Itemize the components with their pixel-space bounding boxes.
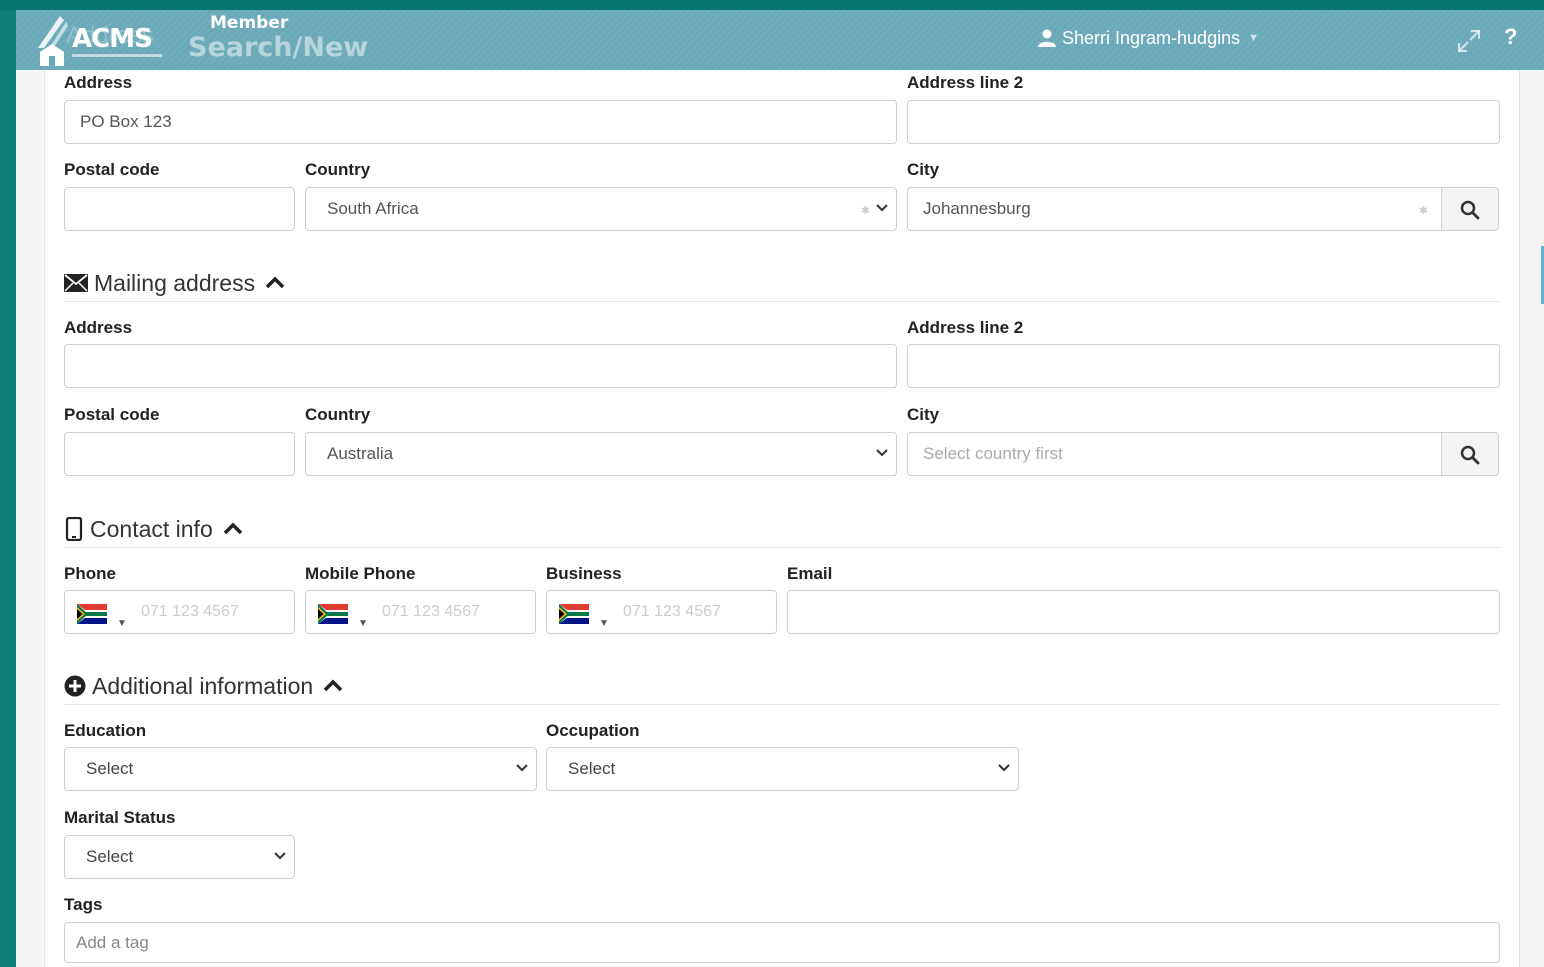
address-label: Address	[64, 73, 133, 92]
right-gutter	[1519, 70, 1544, 967]
mobile-phone-input[interactable]: ▼ 071 123 4567	[305, 590, 536, 634]
mailing-address-label: Address	[64, 318, 133, 337]
city-input[interactable]: Johannesburg ✱	[907, 187, 1443, 231]
envelope-icon	[64, 274, 88, 292]
logo-text: ACMS	[72, 24, 153, 54]
mailing-postal-code-label: Postal code	[64, 405, 160, 424]
postal-code-input[interactable]	[64, 187, 295, 231]
expand-icon[interactable]	[1456, 28, 1482, 54]
email-input[interactable]	[787, 590, 1500, 634]
country-label: Country	[305, 160, 371, 179]
contact-info-title: Contact info	[90, 515, 213, 542]
chevron-down-icon	[998, 764, 1010, 772]
education-label: Education	[64, 721, 147, 740]
chevron-up-icon	[223, 522, 243, 536]
country-select[interactable]: South Africa ✱	[305, 187, 897, 231]
mailing-country-value: Australia	[327, 444, 394, 463]
occupation-value: Select	[568, 759, 616, 778]
city-value: Johannesburg	[923, 199, 1031, 218]
mailing-city-label: City	[907, 405, 940, 424]
mobile-phone-icon	[64, 517, 84, 541]
caret-down-icon[interactable]: ▼	[117, 603, 127, 633]
plus-circle-icon	[64, 675, 86, 697]
tags-input[interactable]: Add a tag	[64, 922, 1500, 963]
address-input[interactable]: PO Box 123	[64, 100, 897, 144]
mobile-phone-label: Mobile Phone	[305, 564, 416, 583]
mailing-address-line2-label: Address line 2	[907, 318, 1024, 337]
address-line2-label: Address line 2	[907, 73, 1024, 92]
user-icon	[1038, 29, 1056, 47]
search-icon	[1460, 445, 1480, 465]
city-search-button[interactable]	[1441, 187, 1499, 231]
chevron-down-icon	[516, 764, 528, 772]
mailing-postal-code-input[interactable]	[64, 432, 295, 476]
chevron-up-icon	[265, 276, 285, 290]
search-icon	[1460, 200, 1480, 220]
help-icon[interactable]: ?	[1504, 24, 1517, 50]
country-value: South Africa	[327, 199, 419, 218]
contact-info-header[interactable]: Contact info	[64, 511, 1500, 548]
south-africa-flag-icon[interactable]	[559, 604, 589, 624]
chevron-down-icon	[274, 852, 286, 860]
education-value: Select	[86, 759, 134, 778]
additional-info-title: Additional information	[92, 672, 314, 699]
occupation-label: Occupation	[546, 721, 640, 740]
mailing-city-search-button[interactable]	[1441, 432, 1499, 476]
business-phone-label: Business	[546, 564, 622, 583]
mailing-country-label: Country	[305, 405, 371, 424]
mailing-address-line2-input[interactable]	[907, 344, 1500, 388]
app-header: Address ACMS Member Search/New Sherri In…	[16, 10, 1544, 70]
additional-info-header[interactable]: Additional information	[64, 668, 1500, 705]
mailing-address-title: Mailing address	[94, 269, 256, 296]
clear-icon[interactable]: ✱	[1419, 190, 1428, 230]
chevron-down-icon	[876, 204, 888, 212]
city-label: City	[907, 160, 940, 179]
south-africa-flag-icon[interactable]	[318, 604, 348, 624]
phone-placeholder: 071 123 4567	[141, 603, 239, 620]
mobile-phone-placeholder: 071 123 4567	[382, 603, 480, 620]
mailing-address-header[interactable]: Mailing address	[64, 265, 1500, 302]
page-title: Search/New	[188, 32, 369, 63]
caret-down-icon[interactable]: ▼	[358, 603, 368, 633]
user-menu[interactable]: Sherri Ingram-hudgins ▼	[1038, 26, 1259, 50]
postal-code-label: Postal code	[64, 160, 160, 179]
phone-input[interactable]: ▼ 071 123 4567	[64, 590, 295, 634]
user-name: Sherri Ingram-hudgins	[1062, 27, 1241, 48]
module-title: Member	[210, 13, 289, 33]
mailing-country-select[interactable]: Australia	[305, 432, 897, 476]
tags-label: Tags	[64, 895, 103, 914]
address-line2-input[interactable]	[907, 100, 1500, 144]
business-phone-input[interactable]: ▼ 071 123 4567	[546, 590, 777, 634]
chevron-down-icon	[876, 449, 888, 457]
marital-status-select[interactable]: Select	[64, 835, 295, 879]
chevron-up-icon	[323, 679, 343, 693]
phone-label: Phone	[64, 564, 116, 583]
marital-status-value: Select	[86, 847, 134, 866]
mailing-city-input[interactable]: Select country first	[907, 432, 1443, 476]
clear-icon[interactable]: ✱	[861, 190, 870, 230]
business-phone-placeholder: 071 123 4567	[623, 603, 721, 620]
caret-down-icon[interactable]: ▼	[599, 603, 609, 633]
email-label: Email	[787, 564, 833, 583]
education-select[interactable]: Select	[64, 747, 537, 791]
occupation-select[interactable]: Select	[546, 747, 1019, 791]
caret-down-icon: ▼	[1248, 32, 1259, 44]
south-africa-flag-icon[interactable]	[77, 604, 107, 624]
marital-status-label: Marital Status	[64, 808, 176, 827]
left-gutter	[16, 70, 44, 967]
logo-tagline	[72, 54, 162, 57]
mailing-address-input[interactable]	[64, 344, 897, 388]
top-strip	[0, 0, 1544, 10]
